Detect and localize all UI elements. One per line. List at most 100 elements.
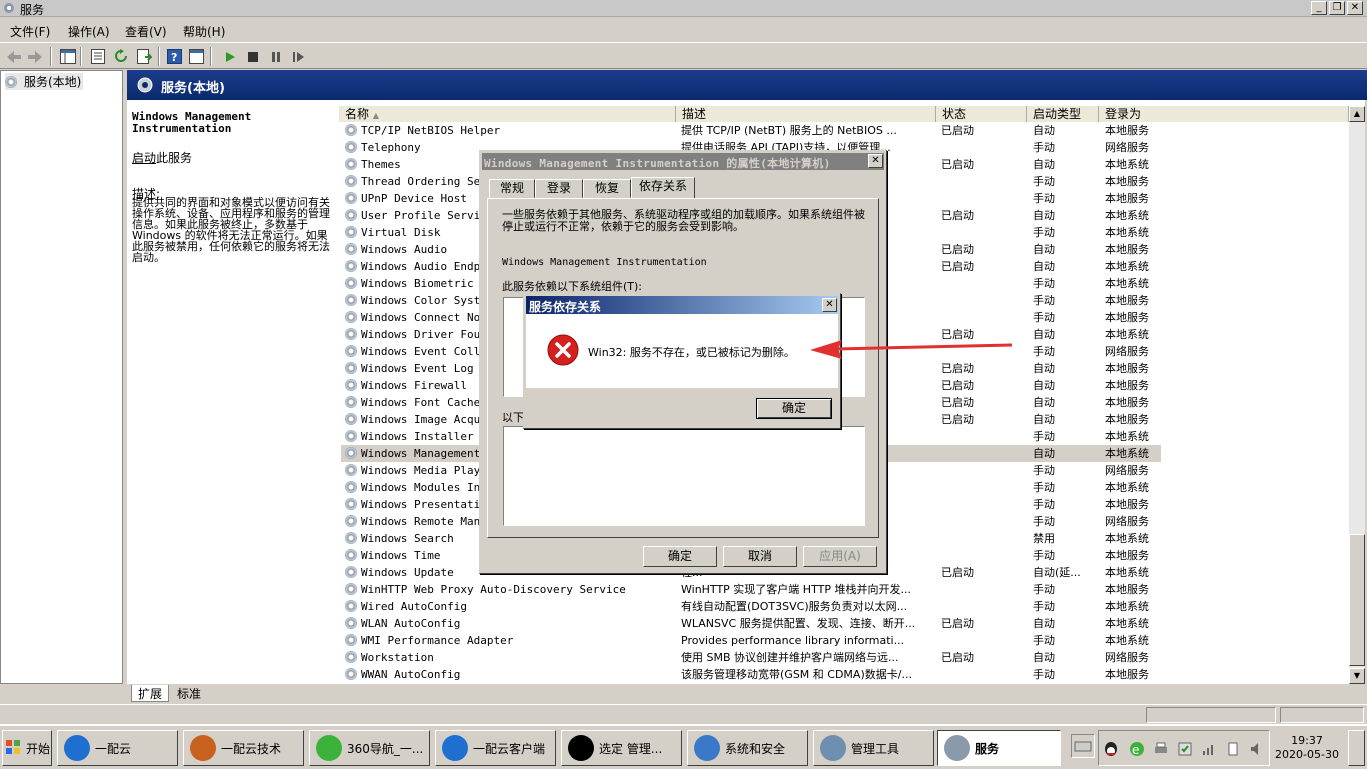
start-button[interactable]: 开始	[2, 730, 52, 766]
ok-button[interactable]: 确定	[643, 546, 717, 567]
service-logon-text: 本地服务	[1105, 192, 1149, 205]
qq-icon[interactable]	[1103, 741, 1119, 760]
view-icon[interactable]	[188, 48, 205, 65]
table-row[interactable]: Workstation 使用 SMB 协议创建并维护客户端网络与远... 已启动 自动…	[341, 649, 1161, 666]
taskbar-item[interactable]: 360导航_一...	[309, 730, 430, 766]
table-row[interactable]: WMI Performance Adapter Provides performa…	[341, 632, 1161, 649]
tab-standard[interactable]: 标准	[170, 685, 208, 702]
tab-dependencies[interactable]: 依存关系	[631, 177, 695, 199]
service-status: 已启动	[941, 122, 1029, 139]
forward-icon[interactable]	[26, 48, 43, 65]
table-row[interactable]: WLAN AutoConfig WLANSVC 服务提供配置、发现、连接、断开..…	[341, 615, 1161, 632]
stop-service-icon[interactable]	[244, 48, 261, 65]
tree-item-services-local[interactable]: 服务(本地)	[5, 73, 84, 90]
col-header-name[interactable]: 名称 ▲	[339, 106, 676, 122]
properties-titlebar[interactable]: Windows Management Instrumentation 的属性(本…	[482, 153, 884, 170]
service-logon-text: 本地系统	[1105, 447, 1149, 460]
service-description-text: 有线自动配置(DOT3SVC)服务负责对以太网...	[681, 600, 908, 613]
toolbar-separator	[158, 47, 160, 66]
tab-extended[interactable]: 扩展	[131, 685, 169, 702]
ie-icon[interactable]: e	[1129, 741, 1145, 760]
error-ok-button[interactable]: 确定	[756, 398, 832, 419]
apply-button[interactable]: 应用(A)	[803, 546, 877, 567]
app-icon	[442, 735, 468, 761]
window-titlebar[interactable]: 服务 _ ❐ ✕	[0, 0, 1367, 17]
start-service-icon[interactable]	[221, 48, 238, 65]
gear-icon	[345, 583, 357, 595]
gear-icon	[345, 141, 357, 153]
service-logon-text: 本地系统	[1105, 260, 1149, 273]
service-startup-type-text: 手动	[1033, 600, 1055, 613]
dependents-tree[interactable]	[503, 426, 865, 526]
service-logon-text: 本地系统	[1105, 430, 1149, 443]
network-icon[interactable]	[1201, 741, 1217, 760]
export-list-icon[interactable]	[136, 48, 153, 65]
service-logon: 本地服务	[1105, 173, 1185, 190]
volume-icon[interactable]	[1249, 741, 1265, 760]
table-row[interactable]: WWAN AutoConfig 该服务管理移动宽带(GSM 和 CDMA)数据卡/…	[341, 666, 1161, 683]
refresh-icon[interactable]	[113, 48, 130, 65]
toolbar-separator	[80, 47, 82, 66]
taskbar-item-label: 一配云	[95, 741, 132, 756]
help-icon[interactable]: ?	[166, 48, 183, 65]
col-header-status[interactable]: 状态	[936, 106, 1027, 122]
table-row[interactable]: Wired AutoConfig 有线自动配置(DOT3SVC)服务负责对以太网.…	[341, 598, 1161, 615]
taskbar-item[interactable]: 一配云客户端	[435, 730, 556, 766]
table-row[interactable]: WinHTTP Web Proxy Auto-Discovery Service…	[341, 581, 1161, 598]
service-startup-type: 手动	[1033, 513, 1103, 530]
back-icon[interactable]	[5, 48, 22, 65]
taskbar-item[interactable]: 选定 管理...	[561, 730, 682, 766]
clock[interactable]: 19:37 2020-05-30	[1270, 730, 1344, 766]
services-app-icon	[3, 2, 16, 15]
scroll-thumb[interactable]	[1349, 534, 1365, 666]
service-startup-type-text: 自动	[1033, 158, 1055, 171]
close-button[interactable]: ✕	[1347, 1, 1363, 15]
taskbar-item[interactable]: 一配云	[57, 730, 178, 766]
properties-icon[interactable]	[89, 48, 106, 65]
service-logon: 本地服务	[1105, 377, 1185, 394]
service-logon-text: 本地系统	[1105, 328, 1149, 341]
menu-view[interactable]: 查看(V)	[125, 23, 167, 40]
taskbar-item[interactable]: 管理工具	[813, 730, 934, 766]
taskbar-item[interactable]: 系统和安全	[687, 730, 808, 766]
printer-icon[interactable]	[1153, 741, 1169, 760]
taskbar-item[interactable]: 一配云技术	[183, 730, 304, 766]
menu-file[interactable]: 文件(F)	[10, 23, 50, 40]
tab-recovery[interactable]: 恢复	[583, 179, 631, 198]
col-header-startup[interactable]: 启动类型	[1027, 106, 1099, 122]
service-name-text: Windows Media Player	[361, 464, 494, 477]
gear-icon	[345, 600, 357, 612]
show-desktop-button[interactable]	[1348, 730, 1365, 766]
table-row[interactable]: TCP/IP NetBIOS Helper 提供 TCP/IP (NetBT) 服…	[341, 122, 1161, 139]
scroll-up-arrow[interactable]: ▲	[1349, 106, 1365, 122]
tab-logon[interactable]: 登录	[535, 179, 583, 198]
console-tree-icon[interactable]	[59, 48, 76, 65]
gear-icon	[345, 668, 357, 680]
menu-help[interactable]: 帮助(H)	[183, 23, 225, 40]
restart-service-icon[interactable]	[290, 48, 307, 65]
service-status-text: 已启动	[941, 566, 974, 579]
cancel-button[interactable]: 取消	[723, 546, 797, 567]
col-header-logon[interactable]: 登录为	[1099, 106, 1349, 122]
tree-item-label: 服务(本地)	[24, 75, 82, 89]
properties-close-button[interactable]: ✕	[868, 154, 883, 168]
scroll-down-arrow[interactable]: ▼	[1349, 668, 1365, 684]
pause-service-icon[interactable]	[267, 48, 284, 65]
minimize-button[interactable]: _	[1311, 1, 1327, 15]
security-icon[interactable]	[1177, 741, 1193, 760]
battery-icon[interactable]	[1225, 741, 1241, 760]
col-header-desc[interactable]: 描述	[676, 106, 936, 122]
taskbar-item-label: 系统和安全	[725, 741, 786, 756]
keyboard-icon[interactable]	[1071, 734, 1095, 758]
system-tray: e	[1098, 730, 1270, 766]
start-service-link[interactable]: 启动	[132, 151, 156, 165]
vertical-scrollbar[interactable]: ▲ ▼	[1349, 106, 1365, 684]
service-logon-text: 网络服务	[1105, 464, 1149, 477]
taskbar-item[interactable]: 服务	[937, 730, 1061, 766]
error-titlebar[interactable]: 服务依存关系 ✕	[526, 296, 838, 314]
tab-general[interactable]: 常规	[489, 179, 535, 198]
restore-button[interactable]: ❐	[1329, 1, 1345, 15]
service-logon-text: 本地系统	[1105, 481, 1149, 494]
menu-action[interactable]: 操作(A)	[68, 23, 110, 40]
error-close-button[interactable]: ✕	[822, 298, 837, 312]
